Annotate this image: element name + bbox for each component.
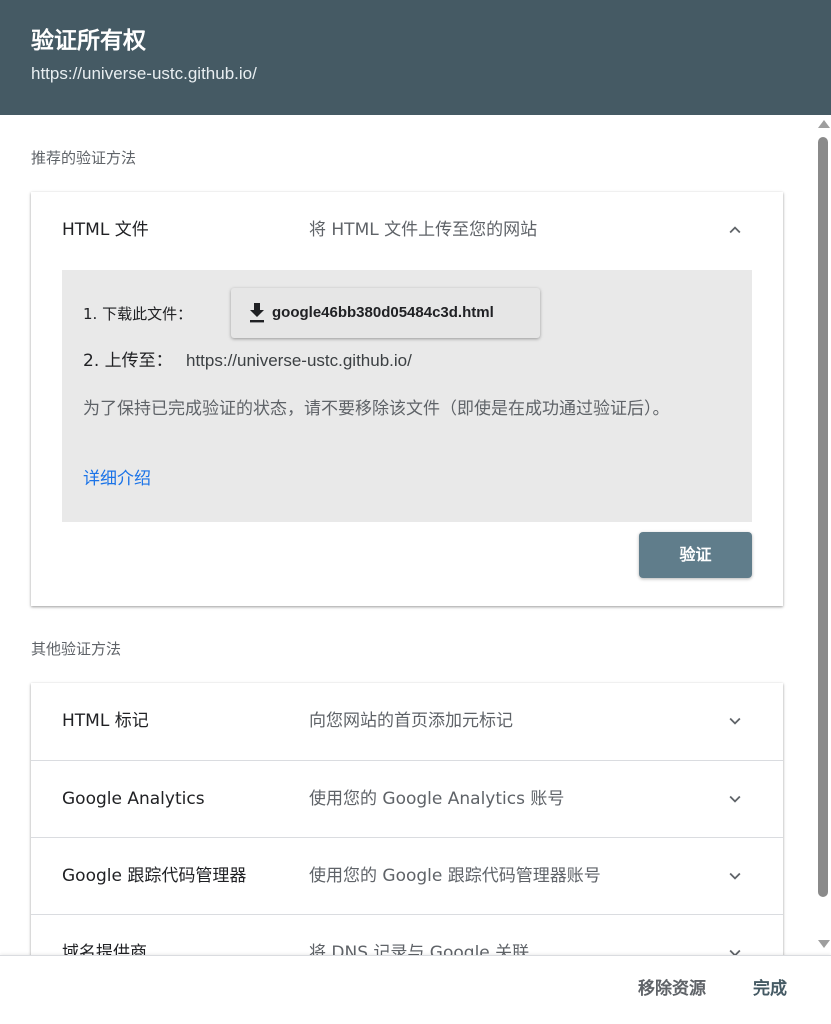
- scroll-up-arrow-icon[interactable]: [818, 120, 830, 128]
- method-description: 向您网站的首页添加元标记: [309, 711, 513, 731]
- recommended-section-label: 推荐的验证方法: [31, 149, 137, 167]
- step1-label: 1. 下载此文件：: [83, 305, 193, 323]
- dialog-footer: 移除资源 完成: [0, 955, 831, 1024]
- other-methods-section-label: 其他验证方法: [31, 640, 122, 658]
- chevron-down-icon[interactable]: [724, 788, 746, 810]
- recommended-method-card: HTML 文件 将 HTML 文件上传至您的网站 1. 下载此文件： googl…: [31, 192, 783, 606]
- method-description: 将 HTML 文件上传至您的网站: [309, 220, 538, 240]
- scroll-down-arrow-icon[interactable]: [818, 940, 830, 948]
- method-row-html-tag[interactable]: HTML 标记 向您网站的首页添加元标记: [31, 683, 783, 760]
- method-row-domain-provider[interactable]: 域名提供商 将 DNS 记录与 Google 关联: [31, 914, 783, 955]
- instructions-panel: 1. 下载此文件： google46bb380d05484c3d.html 2.…: [62, 270, 752, 522]
- dialog-title: 验证所有权: [31, 28, 146, 54]
- remove-property-button[interactable]: 移除资源: [638, 977, 706, 1001]
- dialog-content[interactable]: 推荐的验证方法 HTML 文件 将 HTML 文件上传至您的网站 1. 下载此文…: [0, 115, 831, 955]
- keep-file-note: 为了保持已完成验证的状态，请不要移除该文件（即使是在成功通过验证后）。: [83, 399, 670, 419]
- download-filename: google46bb380d05484c3d.html: [272, 304, 494, 321]
- chevron-up-icon[interactable]: [724, 219, 746, 241]
- property-url: https://universe-ustc.github.io/: [31, 64, 257, 83]
- content-scrollbar[interactable]: [815, 115, 831, 955]
- download-file-button[interactable]: google46bb380d05484c3d.html: [231, 288, 540, 338]
- method-name: Google 跟踪代码管理器: [62, 866, 247, 886]
- step2-label: 2. 上传至：: [83, 351, 173, 371]
- learn-more-link[interactable]: 详细介绍: [83, 467, 151, 491]
- scroll-thumb[interactable]: [818, 137, 828, 897]
- method-row-tag-manager[interactable]: Google 跟踪代码管理器 使用您的 Google 跟踪代码管理器账号: [31, 837, 783, 914]
- dialog-header: 验证所有权 https://universe-ustc.github.io/: [0, 0, 831, 115]
- method-row-html-file[interactable]: HTML 文件 将 HTML 文件上传至您的网站: [31, 192, 783, 269]
- method-name: HTML 文件: [62, 220, 149, 240]
- upload-url: https://universe-ustc.github.io/: [186, 351, 412, 370]
- other-methods-card: HTML 标记 向您网站的首页添加元标记 Google Analytics 使用…: [31, 683, 783, 955]
- method-name: 域名提供商: [62, 943, 147, 955]
- verify-button[interactable]: 验证: [639, 532, 752, 578]
- method-name: HTML 标记: [62, 711, 149, 731]
- chevron-down-icon[interactable]: [724, 942, 746, 955]
- chevron-down-icon[interactable]: [724, 865, 746, 887]
- method-description: 使用您的 Google 跟踪代码管理器账号: [309, 866, 601, 886]
- method-name: Google Analytics: [62, 789, 205, 809]
- done-button[interactable]: 完成: [753, 977, 787, 1001]
- download-icon: [247, 302, 267, 324]
- chevron-down-icon[interactable]: [724, 710, 746, 732]
- method-row-google-analytics[interactable]: Google Analytics 使用您的 Google Analytics 账…: [31, 760, 783, 837]
- method-description: 使用您的 Google Analytics 账号: [309, 789, 565, 809]
- method-description: 将 DNS 记录与 Google 关联: [309, 943, 530, 955]
